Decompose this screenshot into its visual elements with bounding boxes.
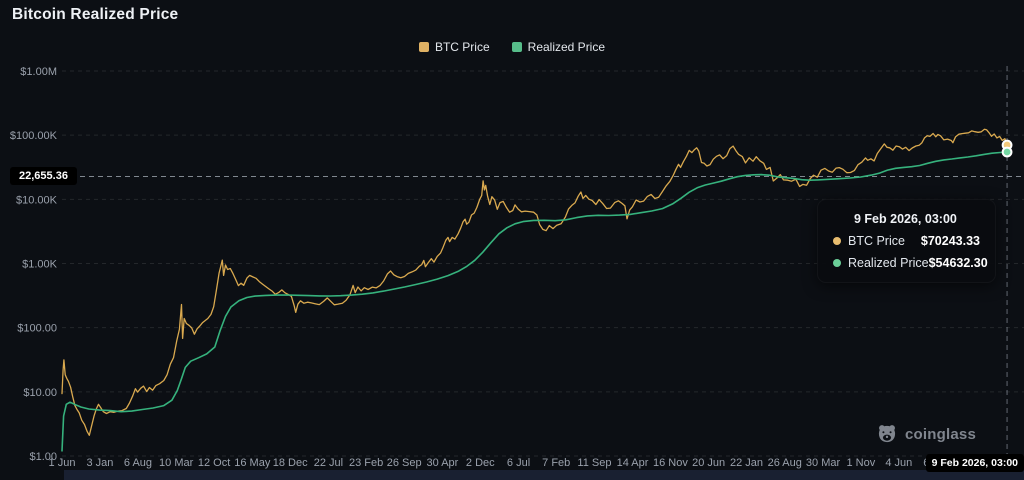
coinglass-watermark: coinglass — [876, 423, 976, 445]
realized-price-dot-icon — [833, 259, 841, 267]
tooltip-row-realized-price: Realized Price $54632.30 — [833, 256, 980, 270]
chart-tooltip: 9 Feb 2026, 03:00 BTC Price $70243.33 Re… — [817, 199, 996, 283]
svg-text:3 Jan: 3 Jan — [86, 457, 113, 469]
svg-text:23 Feb: 23 Feb — [349, 457, 383, 469]
svg-text:26 Aug: 26 Aug — [768, 457, 802, 469]
svg-text:11 Sep: 11 Sep — [577, 457, 611, 469]
svg-text:4 Jun: 4 Jun — [885, 457, 912, 469]
svg-text:10 Mar: 10 Mar — [159, 457, 194, 469]
svg-text:1 Jun: 1 Jun — [49, 457, 76, 469]
svg-text:30 Mar: 30 Mar — [806, 457, 841, 469]
svg-text:16 Nov: 16 Nov — [653, 457, 688, 469]
tooltip-label-btc-price: BTC Price — [848, 234, 905, 248]
svg-text:$1.00K: $1.00K — [22, 258, 58, 270]
svg-text:16 May: 16 May — [234, 457, 271, 469]
coinglass-bear-icon — [876, 423, 898, 445]
tooltip-value-realized-price: $54632.30 — [929, 256, 988, 270]
tooltip-value-btc-price: $70243.33 — [921, 234, 980, 248]
svg-text:12 Oct: 12 Oct — [198, 457, 230, 469]
crosshair-x-badge: 9 Feb 2026, 03:00 — [926, 454, 1024, 472]
svg-text:$10.00K: $10.00K — [16, 194, 58, 206]
svg-text:14 Apr: 14 Apr — [617, 457, 649, 469]
svg-text:18 Dec: 18 Dec — [273, 457, 308, 469]
tooltip-date: 9 Feb 2026, 03:00 — [854, 212, 980, 226]
chart-panel: Bitcoin Realized Price BTC Price Realize… — [0, 0, 1024, 480]
tooltip-row-btc-price: BTC Price $70243.33 — [833, 234, 980, 248]
svg-text:7 Feb: 7 Feb — [542, 457, 570, 469]
svg-text:26 Sep: 26 Sep — [387, 457, 422, 469]
svg-text:2 Dec: 2 Dec — [466, 457, 495, 469]
tooltip-label-realized-price: Realized Price — [848, 256, 929, 270]
svg-text:$100.00K: $100.00K — [10, 130, 58, 142]
svg-text:1 Nov: 1 Nov — [847, 457, 876, 469]
svg-text:20 Jun: 20 Jun — [692, 457, 725, 469]
crosshair-y-badge: 22,655.36 — [10, 167, 77, 185]
svg-text:$10.00: $10.00 — [23, 387, 57, 399]
svg-text:6 Aug: 6 Aug — [124, 457, 152, 469]
svg-text:22 Jan: 22 Jan — [730, 457, 763, 469]
svg-text:$100.00: $100.00 — [17, 323, 57, 335]
coinglass-logo-text: coinglass — [905, 426, 976, 443]
svg-text:6 Jul: 6 Jul — [507, 457, 530, 469]
btc-price-dot-icon — [833, 237, 841, 245]
svg-text:22 Jul: 22 Jul — [314, 457, 343, 469]
svg-text:$1.00M: $1.00M — [20, 66, 57, 78]
svg-text:30 Apr: 30 Apr — [427, 457, 459, 469]
